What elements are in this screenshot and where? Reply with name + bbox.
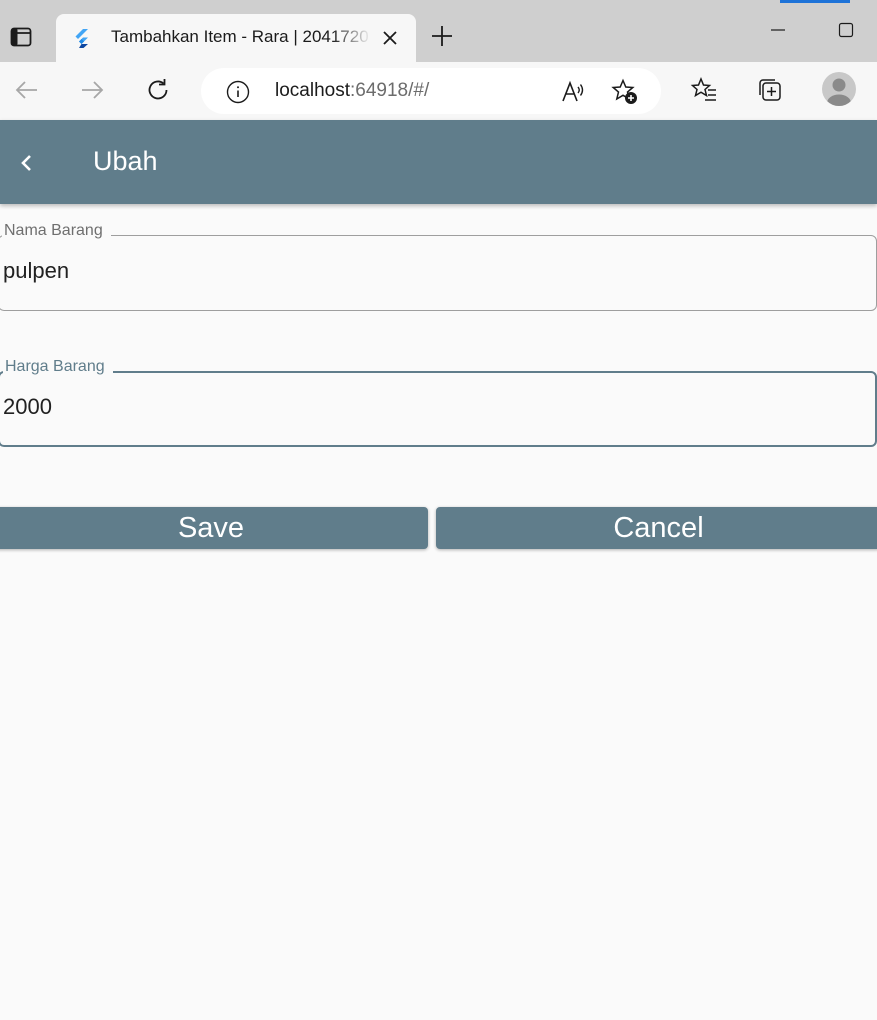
maximize-icon[interactable] — [834, 18, 858, 42]
url-host: localhost — [275, 80, 350, 101]
arrow-right-icon[interactable] — [74, 72, 110, 108]
harga-barang-field[interactable]: Harga Barang 2000 — [0, 358, 877, 447]
arrow-left-icon[interactable] — [9, 72, 45, 108]
app-bar: Ubah — [0, 120, 877, 204]
reload-icon[interactable] — [140, 72, 176, 108]
flutter-icon — [72, 28, 92, 48]
info-icon[interactable] — [225, 79, 251, 105]
collections-icon[interactable] — [754, 74, 786, 106]
plus-icon[interactable] — [428, 22, 456, 50]
page-title: Ubah — [93, 146, 158, 176]
star-plus-icon[interactable] — [611, 78, 639, 106]
url-text[interactable]: localhost:64918/#/ — [275, 80, 429, 102]
url-path: :64918/#/ — [350, 80, 430, 101]
cancel-button[interactable]: Cancel — [436, 507, 877, 549]
harga-barang-label: Harga Barang — [3, 358, 113, 376]
save-button[interactable]: Save — [0, 507, 428, 549]
nama-barang-field[interactable]: Nama Barang pulpen — [0, 222, 877, 311]
read-aloud-icon[interactable] — [559, 78, 587, 106]
browser-chrome: Tambahkan Item - Rara | 2041720 localhos… — [0, 0, 877, 120]
chevron-left-icon[interactable] — [12, 148, 42, 178]
window-accent-bar — [780, 0, 850, 3]
browser-tab[interactable]: Tambahkan Item - Rara | 2041720 — [56, 14, 416, 62]
profile-avatar[interactable] — [822, 72, 856, 106]
tab-bar: Tambahkan Item - Rara | 2041720 — [0, 0, 877, 62]
close-icon[interactable] — [378, 26, 402, 50]
nama-barang-label: Nama Barang — [2, 222, 111, 240]
tab-title: Tambahkan Item - Rara | 2041720 — [111, 27, 369, 46]
favorites-list-icon[interactable] — [688, 74, 720, 106]
minimize-icon[interactable] — [766, 18, 790, 42]
browser-toolbar: localhost:64918/#/ — [0, 62, 877, 120]
harga-barang-input[interactable]: 2000 — [3, 394, 52, 420]
nama-barang-input[interactable]: pulpen — [3, 258, 69, 284]
tab-actions-icon[interactable] — [6, 22, 36, 52]
address-bar[interactable]: localhost:64918/#/ — [201, 68, 661, 114]
